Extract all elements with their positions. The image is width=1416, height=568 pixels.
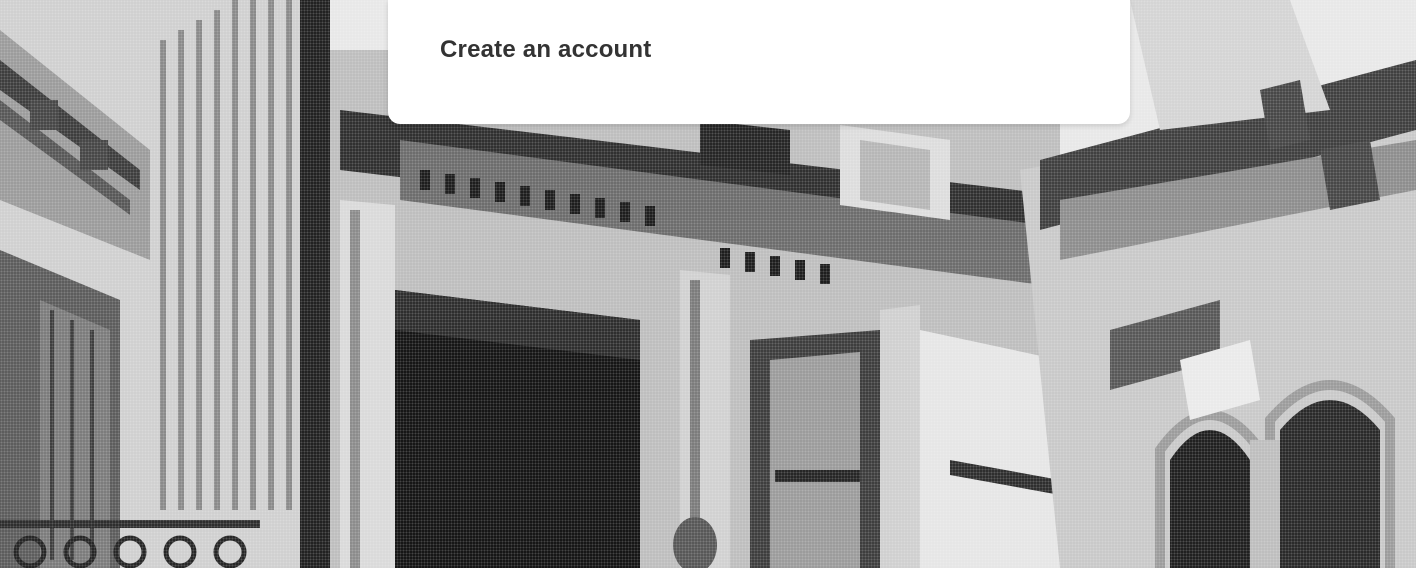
signup-page: Create an account (0, 0, 1416, 568)
modal-title: Create an account (440, 36, 652, 63)
signup-modal: Create an account (388, 0, 1130, 124)
